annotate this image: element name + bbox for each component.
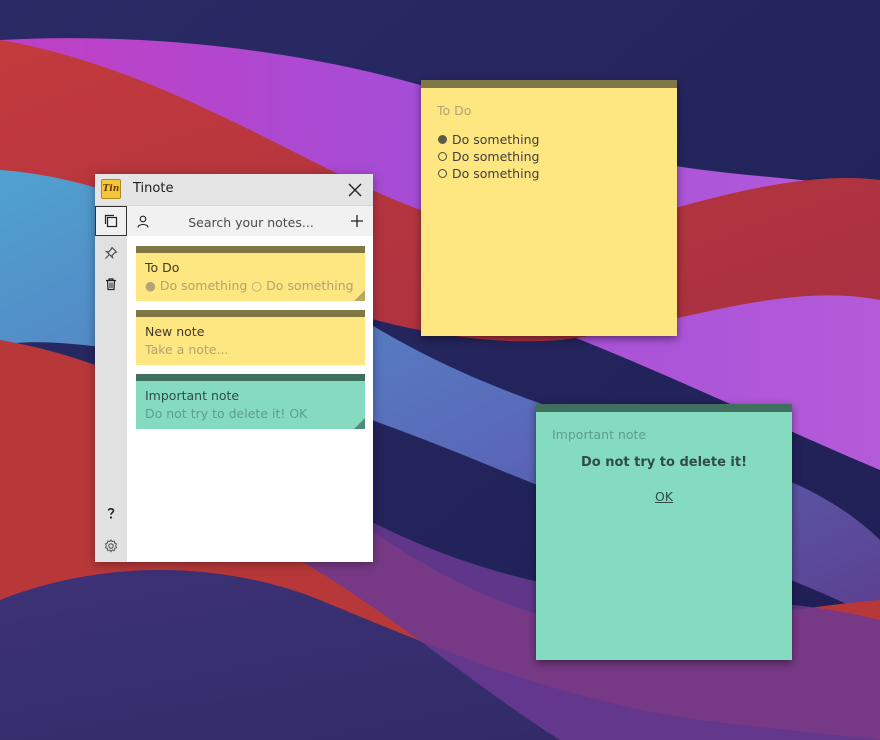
todo-item[interactable]: Do something — [437, 131, 539, 148]
note-drag-bar[interactable] — [536, 404, 792, 412]
title-bar[interactable]: Tin Tinote — [95, 174, 373, 206]
todo-list: Do something Do something Do something — [437, 131, 539, 182]
pinned-button[interactable] — [95, 238, 127, 268]
note-card-title: Important note — [145, 388, 240, 403]
note-card-preview: Do not try to delete it! OK — [145, 406, 308, 421]
user-icon — [137, 215, 149, 228]
app-title: Tinote — [133, 181, 174, 196]
todo-item-text: Do something — [452, 132, 540, 147]
pin-icon — [104, 246, 118, 260]
note-card-bar — [136, 310, 365, 317]
app-logo: Tin — [101, 179, 121, 199]
notes-icon — [104, 214, 118, 228]
settings-button[interactable] — [95, 531, 127, 561]
note-title: To Do — [437, 103, 472, 118]
side-rail — [95, 206, 127, 562]
tinote-window: Tin Tinote Search your notes... To Do ● … — [95, 174, 373, 562]
search-bar — [127, 206, 373, 236]
note-body-text: Do not try to delete it! — [580, 455, 748, 470]
plus-icon — [351, 215, 363, 227]
trash-button[interactable] — [95, 269, 127, 299]
checked-bullet-icon[interactable] — [438, 135, 447, 144]
gear-icon — [104, 539, 118, 553]
trash-icon — [106, 278, 116, 291]
todo-item[interactable]: Do something — [437, 165, 539, 182]
add-note-button[interactable] — [347, 211, 367, 231]
note-card-bar — [136, 246, 365, 253]
note-card-preview: Take a note... — [145, 342, 229, 357]
note-title: Important note — [552, 427, 647, 442]
note-card-title: New note — [145, 324, 205, 339]
search-input[interactable] — [159, 210, 343, 234]
note-drag-bar[interactable] — [421, 80, 677, 88]
todo-sticky-note[interactable]: To Do Do something Do something Do somethi… — [421, 80, 677, 336]
todo-item[interactable]: Do something — [437, 148, 539, 165]
notes-list-button[interactable] — [95, 206, 127, 236]
close-button[interactable] — [343, 178, 367, 202]
close-icon — [348, 183, 362, 197]
ok-link[interactable]: OK — [536, 489, 792, 504]
todo-item-text: Do something — [452, 166, 540, 181]
note-card-fold — [354, 418, 365, 429]
help-button[interactable] — [95, 498, 127, 528]
note-card-title: To Do — [145, 260, 180, 275]
note-card[interactable]: New note Take a note... — [136, 310, 365, 365]
account-button[interactable] — [135, 213, 151, 229]
note-card[interactable]: Important note Do not try to delete it! O… — [136, 374, 365, 429]
unchecked-bullet-icon[interactable] — [438, 152, 447, 161]
note-card-preview: ● Do something ○ Do something ○ Do somet… — [145, 278, 357, 293]
note-card-bar — [136, 374, 365, 381]
important-sticky-note[interactable]: Important note Do not try to delete it! … — [536, 404, 792, 660]
unchecked-bullet-icon[interactable] — [438, 169, 447, 178]
todo-item-text: Do something — [452, 149, 540, 164]
note-card[interactable]: To Do ● Do something ○ Do something ○ Do … — [136, 246, 365, 301]
note-card-fold — [354, 290, 365, 301]
help-icon — [107, 508, 115, 519]
